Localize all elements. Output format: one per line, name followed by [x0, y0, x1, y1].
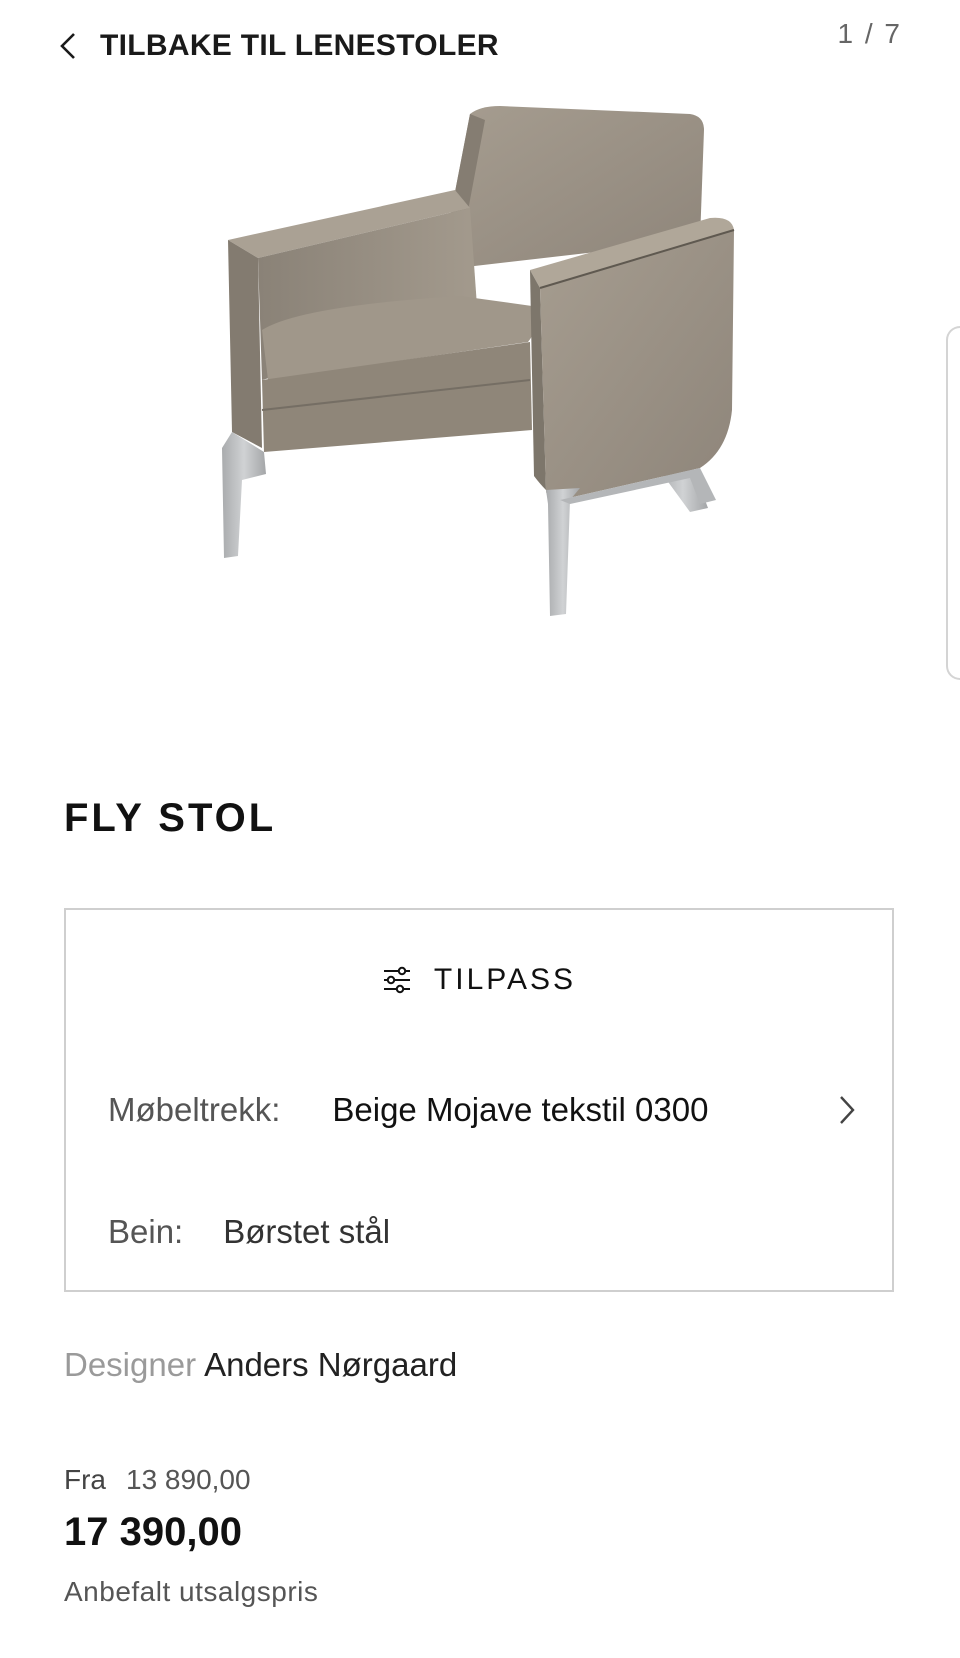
configuration-panel: TILPASS Møbeltrekk: Beige Mojave tekstil… [64, 908, 894, 1292]
designer-label: Designer [64, 1346, 197, 1383]
legs-label: Bein: [108, 1213, 184, 1250]
scroll-indicator[interactable] [946, 326, 960, 680]
product-image-gallery[interactable] [0, 80, 960, 680]
price-from-value: 13 890,00 [126, 1464, 251, 1495]
product-title: FLY STOL [64, 796, 277, 840]
legs-option-row: Bein: Børstet stål [108, 1208, 856, 1256]
back-to-armchairs-link[interactable]: TILBAKE TIL LENESTOLER [58, 26, 499, 66]
price-from: Fra 13 890,00 [64, 1464, 251, 1496]
price-current: 17 390,00 [64, 1510, 242, 1554]
upholstery-label: Møbeltrekk: [108, 1091, 281, 1128]
price-note: Anbefalt utsalgspris [64, 1576, 319, 1607]
sliders-icon [383, 966, 410, 994]
upholstery-option-row[interactable]: Møbeltrekk: Beige Mojave tekstil 0300 [108, 1086, 856, 1134]
price-from-label: Fra [64, 1464, 106, 1495]
customize-label: TILPASS [433, 963, 577, 996]
image-counter: 1 / 7 [837, 18, 902, 49]
customize-button[interactable]: TILPASS [66, 958, 892, 1002]
upholstery-value: Beige Mojave tekstil 0300 [332, 1091, 709, 1128]
product-image [222, 106, 735, 616]
designer-info: Designer Anders Nørgaard [64, 1346, 457, 1384]
chevron-right-icon [840, 1096, 855, 1124]
chevron-left-icon [60, 33, 75, 59]
legs-value: Børstet stål [223, 1213, 391, 1250]
designer-name: Anders Nørgaard [204, 1346, 458, 1383]
back-link-label: TILBAKE TIL LENESTOLER [100, 29, 499, 62]
